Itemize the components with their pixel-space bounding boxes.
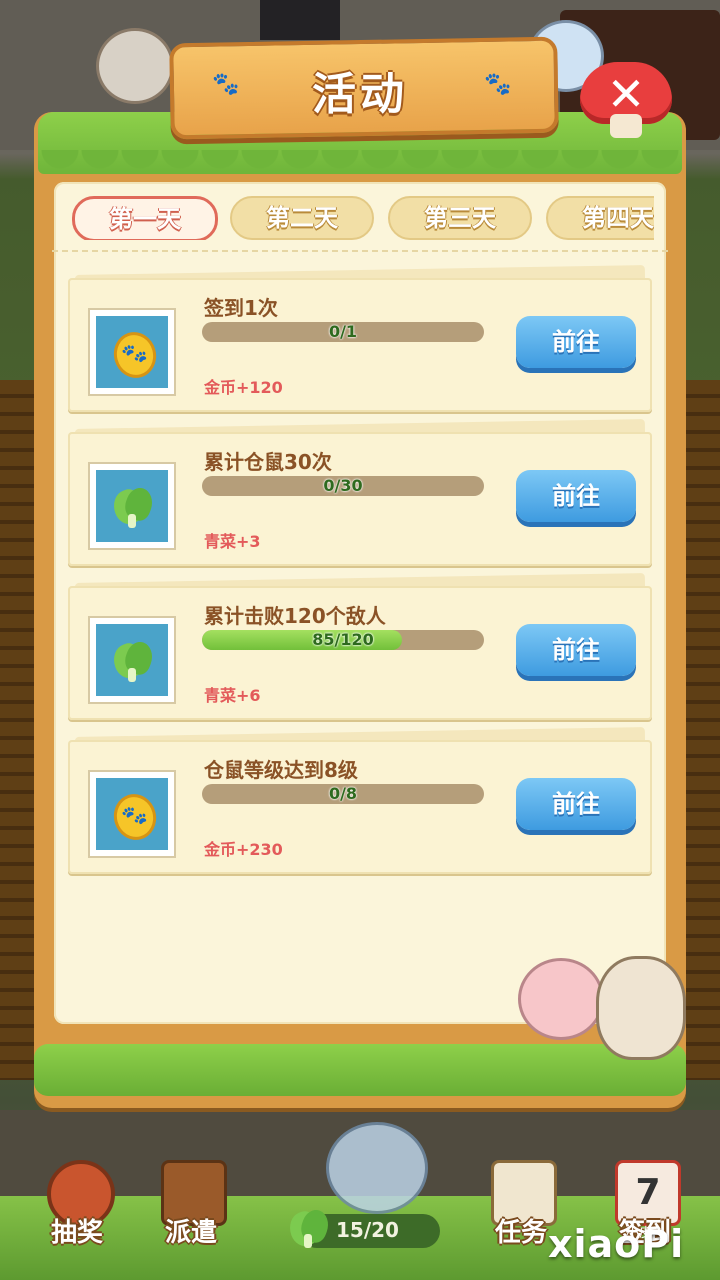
watermark: xiaoPi bbox=[548, 1222, 685, 1266]
reward-text: 青菜+6 bbox=[204, 686, 261, 705]
task-name: 签到1次 bbox=[204, 296, 278, 320]
reward-text: 青菜+3 bbox=[204, 532, 261, 551]
progress-text: 85/120 bbox=[312, 630, 374, 649]
progress-bar: 0/8 bbox=[202, 784, 484, 804]
task-name: 累计仓鼠30次 bbox=[204, 450, 332, 474]
progress-text: 0/30 bbox=[323, 476, 363, 495]
page-title: 活动 bbox=[312, 69, 408, 120]
panel-grass-edge bbox=[40, 150, 680, 176]
reward-text: 金币+120 bbox=[204, 378, 283, 397]
tab-day-3[interactable]: 第三天 bbox=[388, 196, 532, 240]
watermark-small: 小皮 bbox=[626, 1226, 653, 1241]
close-icon: ✕ bbox=[606, 67, 646, 121]
go-button[interactable]: 前往 bbox=[516, 316, 636, 368]
reward-icon-frame bbox=[88, 616, 176, 704]
tabs-divider bbox=[52, 250, 668, 252]
hamster-pink-icon bbox=[518, 958, 604, 1040]
task-name: 仓鼠等级达到8级 bbox=[204, 758, 358, 782]
progress-bar: 0/1 bbox=[202, 322, 484, 342]
nav-lottery[interactable]: 抽奖 bbox=[22, 1150, 132, 1270]
hamster-left-icon bbox=[96, 28, 174, 104]
hamster-center-icon bbox=[326, 1122, 428, 1214]
progress-bar: 0/30 bbox=[202, 476, 484, 496]
task-card: 累计击败120个敌人 85/120 青菜+6 前往 bbox=[68, 573, 652, 720]
tab-day-4[interactable]: 第四天 bbox=[546, 196, 654, 240]
nav-dispatch[interactable]: 派遣 bbox=[136, 1150, 246, 1270]
close-button[interactable]: ✕ bbox=[580, 62, 672, 138]
progress-text: 0/1 bbox=[328, 322, 358, 341]
go-button[interactable]: 前往 bbox=[516, 470, 636, 522]
go-button[interactable]: 前往 bbox=[516, 624, 636, 676]
coin-icon: 🐾 bbox=[108, 327, 162, 383]
day-tabs: 第一天 第二天 第三天 第四天 bbox=[70, 196, 654, 240]
progress-bar: 85/120 bbox=[202, 630, 484, 650]
vegetable-counter-text: 15/20 bbox=[336, 1218, 399, 1242]
panel-grass-bottom bbox=[34, 1044, 686, 1096]
cabbage-icon bbox=[108, 638, 157, 682]
cabbage-icon bbox=[108, 484, 157, 528]
coin-icon: 🐾 bbox=[108, 789, 162, 845]
task-name: 累计击败120个敌人 bbox=[204, 604, 386, 628]
reward-icon-frame: 🐾 bbox=[88, 308, 176, 396]
progress-text: 0/8 bbox=[328, 784, 358, 803]
reward-icon-frame bbox=[88, 462, 176, 550]
task-card: 🐾 仓鼠等级达到8级 0/8 金币+230 前往 bbox=[68, 727, 652, 874]
hamster-postman-icon bbox=[596, 956, 686, 1060]
reward-icon-frame: 🐾 bbox=[88, 770, 176, 858]
tab-day-1[interactable]: 第一天 bbox=[72, 196, 218, 240]
reward-text: 金币+230 bbox=[204, 840, 283, 859]
go-button[interactable]: 前往 bbox=[516, 778, 636, 830]
task-card: 🐾 签到1次 0/1 金币+120 前往 bbox=[68, 265, 652, 412]
task-card: 累计仓鼠30次 0/30 青菜+3 前往 bbox=[68, 419, 652, 566]
cabbage-icon bbox=[285, 1206, 333, 1250]
tab-day-2[interactable]: 第二天 bbox=[230, 196, 374, 240]
